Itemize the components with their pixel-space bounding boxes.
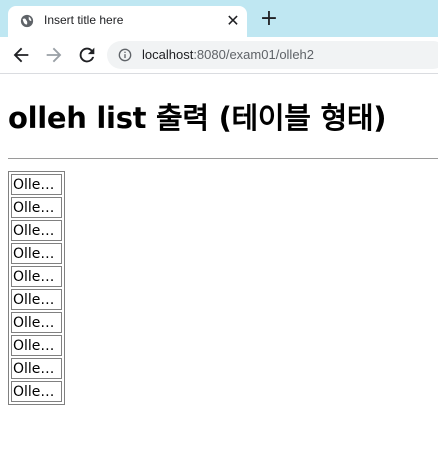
browser-tab[interactable]: Insert title here ✕ xyxy=(8,6,247,37)
forward-arrow-icon[interactable] xyxy=(43,44,65,66)
table-cell: Olleh... xyxy=(11,335,62,356)
table-row: Olleh... xyxy=(11,358,62,379)
table-row: Olleh... xyxy=(11,197,62,218)
close-icon[interactable]: ✕ xyxy=(224,12,242,30)
table-row: Olleh... xyxy=(11,266,62,287)
table-row: Olleh... xyxy=(11,220,62,241)
table-row: Olleh... xyxy=(11,243,62,264)
divider xyxy=(8,158,438,159)
table-cell: Olleh... xyxy=(11,243,62,264)
table-cell: Olleh... xyxy=(11,289,62,310)
info-icon[interactable] xyxy=(118,48,132,62)
table-row: Olleh... xyxy=(11,312,62,333)
table-cell: Olleh... xyxy=(11,174,62,195)
table-row: Olleh... xyxy=(11,174,62,195)
url-host: localhost xyxy=(142,47,194,62)
table-cell: Olleh... xyxy=(11,312,62,333)
page-heading: olleh list 출력 (테이블 형태) xyxy=(8,101,387,135)
table-cell: Olleh... xyxy=(11,220,62,241)
table-cell: Olleh... xyxy=(11,358,62,379)
olleh-table: Olleh... Olleh... Olleh... Olleh... Olle… xyxy=(8,171,65,405)
table-cell: Olleh... xyxy=(11,197,62,218)
plus-icon[interactable]: + xyxy=(259,8,279,30)
table-cell: Olleh... xyxy=(11,266,62,287)
page-content: olleh list 출력 (테이블 형태) Olleh... Olleh...… xyxy=(0,74,438,451)
reload-icon[interactable] xyxy=(76,44,98,66)
table-row: Olleh... xyxy=(11,381,62,402)
tab-strip: Insert title here ✕ + xyxy=(0,0,438,37)
address-bar[interactable]: localhost:8080/exam01/olleh2 xyxy=(107,41,438,69)
url-text[interactable]: localhost:8080/exam01/olleh2 xyxy=(142,47,314,62)
browser-toolbar: localhost:8080/exam01/olleh2 xyxy=(0,37,438,74)
url-path: :8080/exam01/olleh2 xyxy=(193,47,315,62)
back-arrow-icon[interactable] xyxy=(10,44,32,66)
table-row: Olleh... xyxy=(11,289,62,310)
globe-icon xyxy=(20,14,34,28)
table-row: Olleh... xyxy=(11,335,62,356)
table-cell: Olleh... xyxy=(11,381,62,402)
tab-title: Insert title here xyxy=(44,13,124,27)
